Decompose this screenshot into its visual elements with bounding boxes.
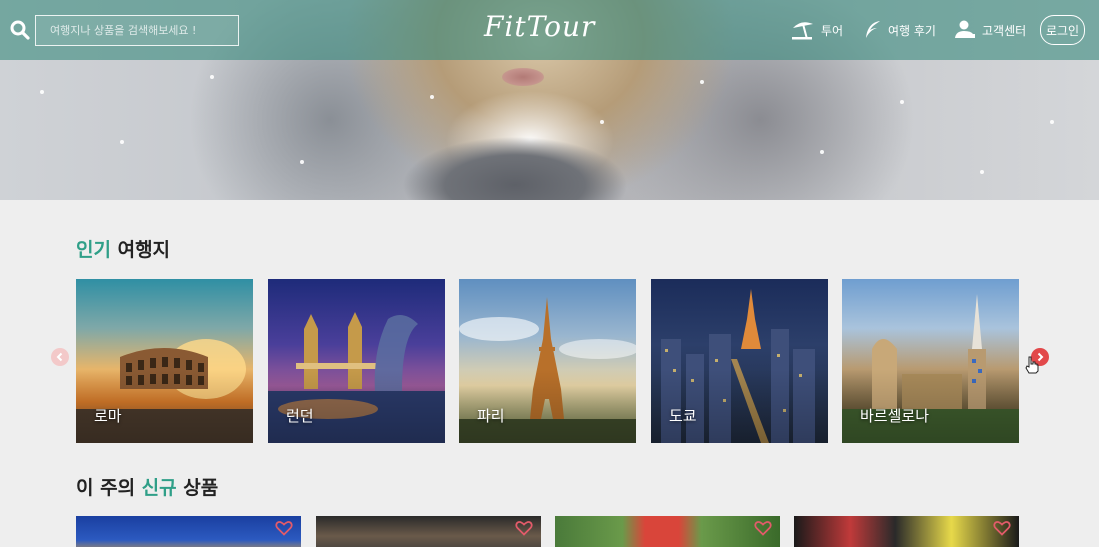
product-card[interactable] (794, 516, 1019, 547)
destination-card-paris[interactable]: 파리 (459, 279, 636, 443)
snowflake (210, 75, 214, 79)
weekly-title-accent: 신규 (141, 477, 177, 499)
snowflake (1050, 120, 1054, 124)
snowflake (700, 80, 704, 84)
destination-label: 로마 (94, 407, 122, 425)
destination-card-london[interactable]: 런던 (268, 279, 445, 443)
snowflake (40, 90, 44, 94)
quill-icon (866, 21, 880, 38)
snowflake (120, 140, 124, 144)
hero-mittens-shape (370, 115, 660, 200)
weekly-title-post: 상품 (176, 477, 219, 499)
nav-reviews-label: 여행 후기 (888, 23, 936, 38)
heart-icon[interactable] (754, 520, 772, 536)
snowflake (430, 95, 434, 99)
login-button[interactable]: 로그인 (1040, 15, 1085, 45)
heart-icon[interactable] (993, 520, 1011, 536)
nav-tour-label: 투어 (821, 23, 844, 38)
destination-label: 바르셀로나 (860, 407, 930, 425)
product-card[interactable] (555, 516, 780, 547)
weekly-title-pre: 이 주의 (76, 477, 142, 499)
fittour-logo[interactable]: FitTour (484, 10, 595, 43)
product-card[interactable] (316, 516, 541, 547)
weekly-section-title: 이 주의 신규 상품 (76, 473, 218, 500)
beach-umbrella-icon (792, 22, 813, 40)
destination-card-tokyo[interactable]: 도쿄 (651, 279, 828, 443)
nav-reviews[interactable]: 여행 후기 (864, 18, 936, 42)
heart-icon[interactable] (515, 520, 533, 536)
destination-card-rome[interactable]: 로마 (76, 279, 253, 443)
search-icon[interactable] (10, 20, 30, 40)
hand-pointer-icon (1025, 356, 1039, 374)
nav-customer-center-label: 고객센터 (982, 23, 1027, 38)
destination-label: 도쿄 (669, 407, 697, 425)
snowflake (300, 160, 304, 164)
popular-section-title: 인기 여행지 (76, 235, 170, 262)
nav-customer-center[interactable]: 고객센터 (954, 18, 1026, 42)
customer-service-icon (955, 20, 975, 38)
carousel-prev-button[interactable] (51, 348, 69, 366)
snowflake (900, 100, 904, 104)
destination-label: 파리 (477, 407, 505, 425)
popular-title-rest: 여행지 (110, 239, 171, 261)
hero-lips-shape (502, 68, 544, 86)
snowflake (600, 120, 604, 124)
snowflake (980, 170, 984, 174)
popular-title-accent: 인기 (76, 239, 111, 261)
destination-card-barcelona[interactable]: 바르셀로나 (842, 279, 1019, 443)
search-input[interactable] (35, 15, 239, 46)
destination-label: 런던 (286, 407, 314, 425)
nav-tour[interactable]: 투어 (791, 18, 843, 42)
heart-icon[interactable] (275, 520, 293, 536)
snowflake (820, 150, 824, 154)
chevron-left-icon (56, 352, 63, 362)
product-card[interactable] (76, 516, 301, 547)
